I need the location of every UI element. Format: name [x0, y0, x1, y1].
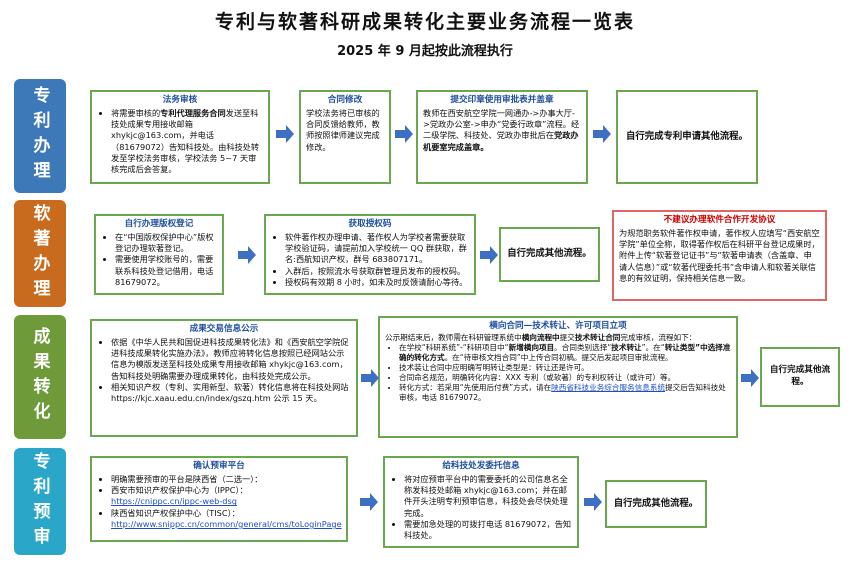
transfer-contract-title: 横向合同—技术转让、许可项目立项	[489, 321, 627, 331]
transfer-contract-item-4: 转化方式：若采用“先使用后付费”方式，请在陕西省科技业务综合服务信息系统提交后告…	[399, 383, 731, 403]
patent-legal-review-text-a: 将需要审核的	[111, 107, 161, 118]
lane-patent-label: 专利办理	[29, 86, 50, 186]
copyright-arrow-2	[480, 246, 498, 264]
transfer-contract-item-2: 技术装让合同中应明确写明转让类型是：转让还是许可。	[399, 363, 731, 373]
copyright-warning-title: 不建议办理软件合作开发协议	[663, 215, 776, 225]
copyright-register-item-1: 在“中国版权保护中心”版权登记办理软著登记。	[115, 232, 217, 255]
lane-transfer: 成果转化	[14, 315, 66, 439]
lane-copyright-label: 软著办理	[29, 203, 50, 304]
lane-prereview: 专利预审	[14, 448, 66, 555]
prereview-delegate-item-1: 将对应预审平台中的需要委托的公司信息名全称发科技处邮箱 xhykjc@163.c…	[404, 474, 572, 519]
copyright-complete-text: 自行完成其他流程。	[507, 248, 592, 260]
patent-arrow-1	[276, 125, 294, 143]
transfer-contract-item-1-b: 新增横向项目	[508, 343, 555, 353]
copyright-complete-box: 自行完成其他流程。	[499, 227, 600, 282]
prereview-arrow-1	[360, 493, 378, 511]
transfer-contract-intro-d: 技术转让合同	[574, 333, 621, 343]
prereview-platform-box: 确认预审平台 明确需要预审的平台是陕西省（二选一）： 西安市知识产权保护中心为（…	[90, 456, 348, 542]
transfer-publicity-title: 成果交易信息公示	[189, 324, 259, 334]
transfer-contract-item-1-a: 在学校“科研系统”-“科研项目中“	[399, 343, 509, 353]
transfer-arrow-2	[741, 369, 759, 387]
copyright-auth-code-box: 获取授权码 软件著作权办理申请、著作权人为学校者需要获取学校验证码，请提前加入学…	[264, 214, 476, 295]
transfer-contract-intro-c: 提交	[559, 333, 575, 343]
copyright-arrow-1	[238, 246, 256, 264]
transfer-contract-item-3: 合同命名规范，明确转化内容：XXX 专利（或软著）的专利权转让（或许可）等。	[399, 373, 731, 383]
tisc-link[interactable]: http://www.snippc.cn/common/general/cms/…	[111, 519, 342, 529]
lane-transfer-label: 成果转化	[29, 327, 50, 427]
copyright-register-title: 自行办理版权登记	[124, 219, 194, 229]
transfer-contract-intro-a: 公示期结束后，教师需在科研管理系统中	[385, 333, 522, 343]
copyright-auth-code-title: 获取授权码	[348, 219, 392, 229]
page-subtitle: 2025 年 9 月起按此流程执行	[337, 44, 513, 59]
patent-legal-review-title: 法务审核	[162, 95, 198, 105]
transfer-contract-item-4-a: 转化方式：若采用“先使用后付费”方式，请在	[399, 383, 552, 393]
prereview-delegate-title: 给科技处发委托信息	[442, 461, 520, 471]
prereview-complete-box: 自行完成其他流程。	[605, 480, 707, 528]
transfer-contract-item-1-d: 技术转让	[611, 343, 642, 353]
transfer-contract-intro-b: 横向流程中	[521, 333, 560, 343]
patent-seal-box: 提交印章使用审批表并盖章 教师在西安航空学院一网通办->办事大厅->党政办公室-…	[416, 90, 588, 184]
transfer-publicity-item-2: 相关知识产权（专利、实用新型、软著）转化信息将在科技处网站 https://kj…	[111, 382, 351, 405]
prereview-platform-item-3: 陕西省知识产权保护中心（TISC）：	[111, 507, 240, 518]
patent-legal-review-text-b: 专利代理服务合同	[160, 107, 226, 118]
patent-complete-box: 自行完成专利申请其他流程。	[616, 90, 758, 184]
prereview-platform-title: 确认预审平台	[193, 461, 245, 471]
transfer-publicity-box: 成果交易信息公示 依据《中华人民共和国促进科技成果转化法》和《西安航空学院促进科…	[90, 319, 358, 437]
transfer-complete-text: 自行完成其他流程。	[769, 365, 831, 387]
transfer-contract-item-1: 在学校“科研系统”-“科研项目中“新增横向项目。合同类别选择“技术转让”。在“转…	[399, 343, 731, 363]
transfer-arrow-1	[361, 369, 379, 387]
copyright-register-item-2: 需要使用学校账号的，需要联系科技处登记借用，电话 81679072。	[115, 254, 217, 288]
prereview-arrow-2	[584, 493, 602, 511]
prereview-platform-item-1: 明确需要预审的平台是陕西省（二选一）：	[111, 474, 341, 485]
ippc-link[interactable]: https://cnippc.cn/ippc-web-dsg	[111, 496, 237, 506]
copyright-register-box: 自行办理版权登记 在“中国版权保护中心”版权登记办理软著登记。 需要使用学校账号…	[94, 214, 224, 295]
copyright-warning-text: 为规范职务软件著作权申请，著作权人应填写“西安航空学院”单位全称，取得著作权后在…	[619, 227, 820, 284]
transfer-contract-box: 横向合同—技术转让、许可项目立项 公示期结束后，教师需在科研管理系统中横向流程中…	[378, 316, 738, 438]
prereview-delegate-item-2: 需要加急处理的可拨打电话 81679072，告知科技处。	[404, 519, 572, 542]
copyright-auth-code-item-3: 授权码有效期 8 小时，如未及时反馈请耐心等待。	[285, 277, 469, 288]
prereview-complete-text: 自行完成其他流程。	[613, 497, 699, 509]
patent-legal-review-box: 法务审核 将需要审核的专利代理服务合同发送至科技处成果专用接收邮箱 xhykjc…	[90, 90, 270, 184]
patent-complete-text: 自行完成专利申请其他流程。	[626, 130, 748, 142]
page-title: 专利与软著科研成果转化主要业务流程一览表	[214, 11, 635, 33]
transfer-complete-box: 自行完成其他流程。	[760, 347, 840, 407]
lane-prereview-label: 专利预审	[29, 451, 50, 552]
copyright-auth-code-item-2: 入群后，按照流水号获取群管理员发布的授权码。	[285, 266, 469, 277]
copyright-auth-code-item-1: 软件著作权办理申请、著作权人为学校者需要获取学校验证码，请提前加入学校统一 QQ…	[285, 232, 469, 266]
patent-contract-revise-text: 学校法务将已审核的合同反馈给教师，教师按照律师建议完成修改。	[306, 107, 380, 152]
patent-arrow-3	[593, 125, 611, 143]
transfer-contract-item-1-c: 。合同类别选择“	[554, 343, 612, 353]
sx-science-system-link[interactable]: 陕西省科技业务综合服务信息系统	[551, 383, 665, 392]
transfer-publicity-item-1: 依据《中华人民共和国促进科技成果转化法》和《西安航空学院促进科技成果转化实施办法…	[111, 337, 351, 382]
patent-contract-revise-title: 合同修改	[327, 95, 363, 105]
patent-seal-title: 提交印章使用审批表并盖章	[450, 95, 554, 105]
transfer-contract-item-1-e: ”。在“	[641, 343, 665, 353]
transfer-contract-intro-e: 完成审核，流程如下：	[620, 333, 697, 343]
lane-copyright: 软著办理	[14, 200, 66, 307]
transfer-contract-item-1-g: 。在“待审核文档合同”中上传合同初稿。提交后发起项目审批流程。	[444, 353, 673, 363]
patent-arrow-2	[395, 125, 413, 143]
prereview-delegate-box: 给科技处发委托信息 将对应预审平台中的需要委托的公司信息名全称发科技处邮箱 xh…	[383, 456, 579, 548]
prereview-platform-item-2: 西安市知识产权保护中心为（IPPC）：	[111, 485, 248, 496]
lane-patent: 专利办理	[14, 79, 66, 193]
patent-contract-revise-box: 合同修改 学校法务将已审核的合同反馈给教师，教师按照律师建议完成修改。	[299, 90, 391, 184]
copyright-warning-box: 不建议办理软件合作开发协议 为规范职务软件著作权申请，著作权人应填写“西安航空学…	[612, 210, 827, 301]
